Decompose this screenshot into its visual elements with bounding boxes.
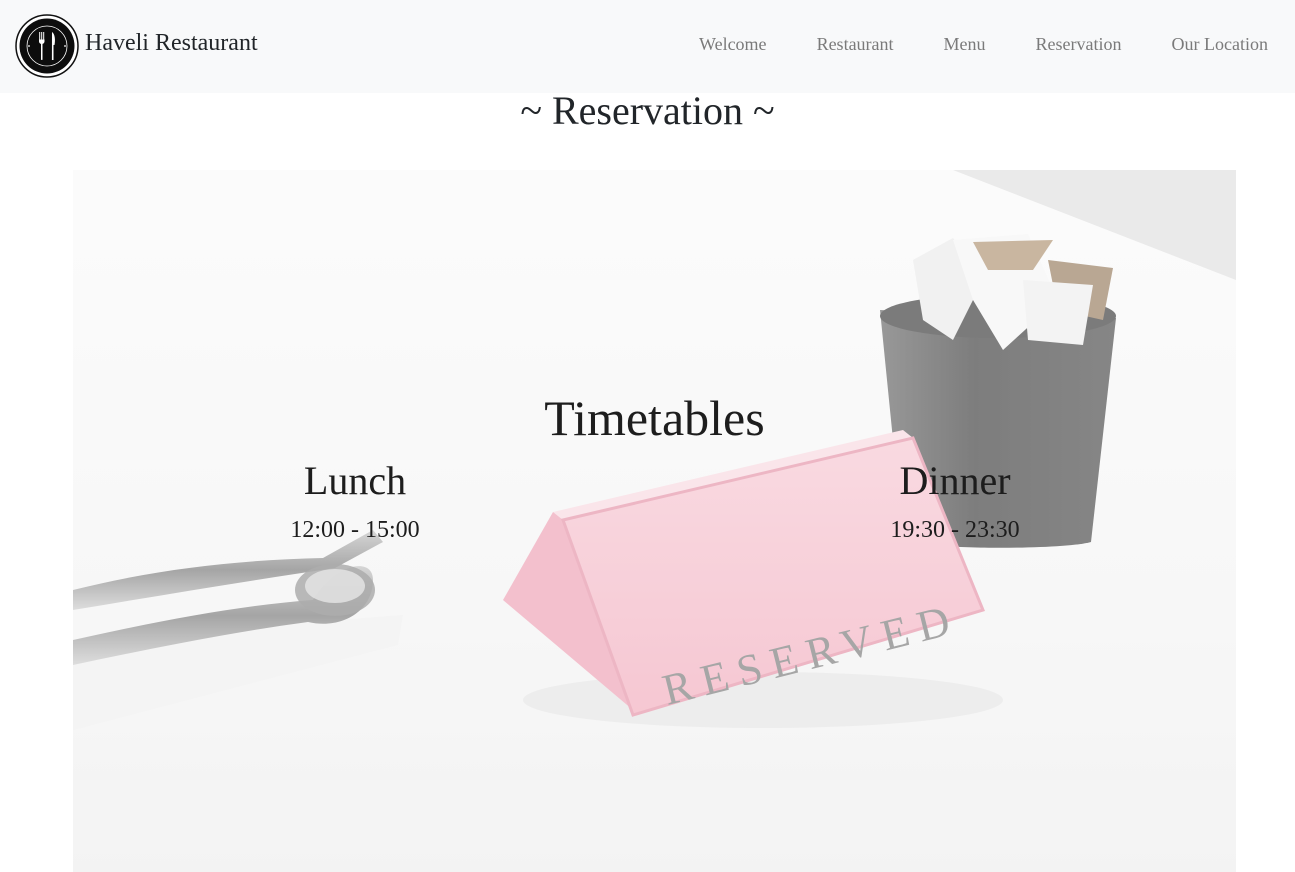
main-nav: Welcome Restaurant Menu Reservation Our … <box>676 34 1295 55</box>
timetables-hero: RESERVED Timetables Lunch 12:00 - 15:00 … <box>73 170 1236 872</box>
lunch-timetable: Lunch 12:00 - 15:00 <box>205 456 505 548</box>
timetables-title: Timetables <box>544 390 765 446</box>
brand-link[interactable]: Haveli Restaurant <box>15 14 258 78</box>
nav-link-menu[interactable]: Menu <box>921 34 1013 55</box>
dinner-hours: 19:30 - 23:30 <box>890 517 1020 543</box>
lunch-hours: 12:00 - 15:00 <box>290 517 420 543</box>
nav-link-welcome[interactable]: Welcome <box>676 34 794 55</box>
navbar: Haveli Restaurant Welcome Restaurant Men… <box>0 0 1295 93</box>
fork-knife-logo-icon <box>15 14 79 78</box>
section-title: ~ Reservation ~ <box>520 88 775 133</box>
nav-link-restaurant[interactable]: Restaurant <box>794 34 921 55</box>
lunch-title: Lunch <box>303 458 407 503</box>
nav-link-reservation[interactable]: Reservation <box>1013 34 1149 55</box>
brand-name: Haveli Restaurant <box>85 29 258 56</box>
nav-link-our-location[interactable]: Our Location <box>1149 34 1295 55</box>
dinner-timetable: Dinner 19:30 - 23:30 <box>805 456 1105 548</box>
dinner-title: Dinner <box>899 458 1011 503</box>
